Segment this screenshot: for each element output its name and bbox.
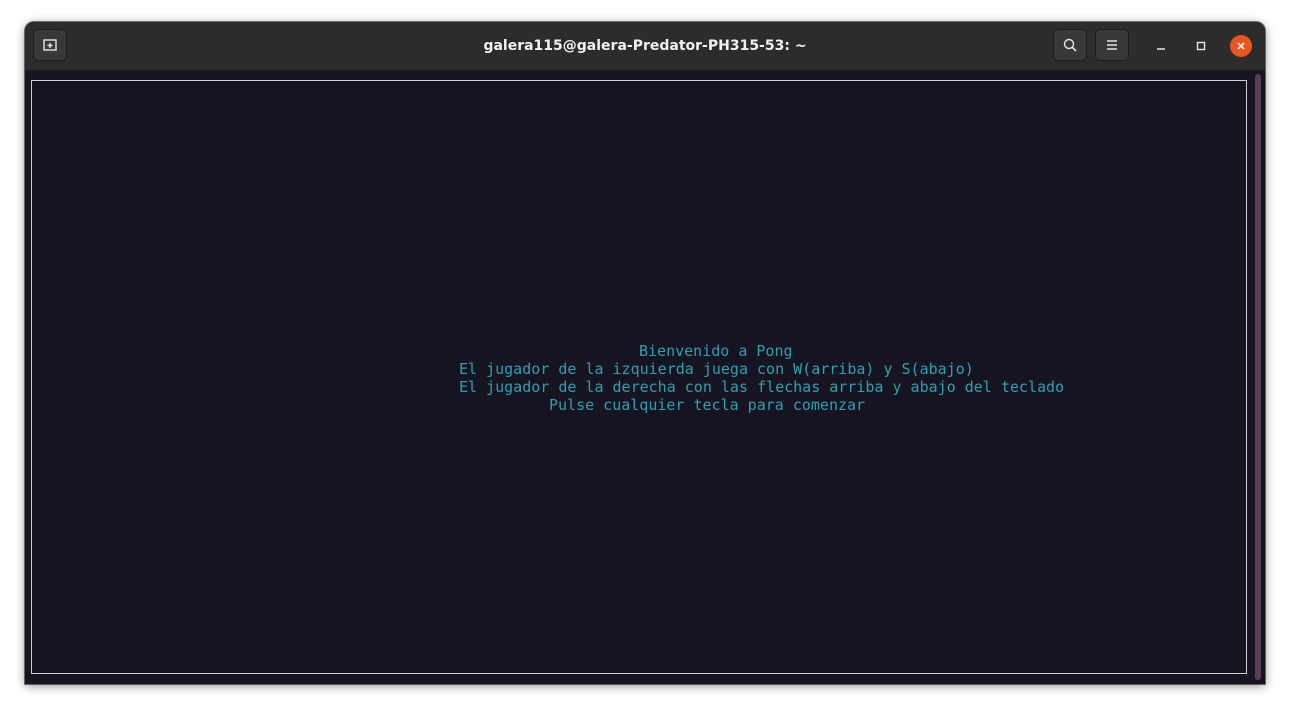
terminal-content[interactable]: Bienvenido a Pong El jugador de la izqui… [31,80,1247,674]
left-player-instructions: El jugador de la izquierda juega con W(a… [459,360,974,378]
start-prompt: Pulse cualquier tecla para comenzar [549,396,866,414]
scrollbar[interactable] [1255,74,1261,680]
title-bar[interactable]: galera115@galera-Predator-PH315-53: ~ [25,22,1265,71]
new-tab-button[interactable] [33,29,67,61]
minimize-icon [1157,48,1165,50]
welcome-text: Bienvenido a Pong [639,342,793,360]
hamburger-menu-icon [1107,40,1117,50]
right-player-instructions: El jugador de la derecha con las flechas… [459,378,1065,396]
search-icon [1063,38,1077,52]
terminal-window: galera115@galera-Predator-PH315-53: ~ Bi… [25,22,1265,684]
search-button[interactable] [1053,29,1087,61]
maximize-button[interactable] [1190,35,1212,57]
menu-button[interactable] [1095,29,1129,61]
minimize-button[interactable] [1150,35,1172,57]
new-tab-icon [43,39,57,51]
close-button[interactable] [1230,35,1252,57]
close-icon [1237,42,1245,50]
maximize-icon [1196,41,1206,51]
